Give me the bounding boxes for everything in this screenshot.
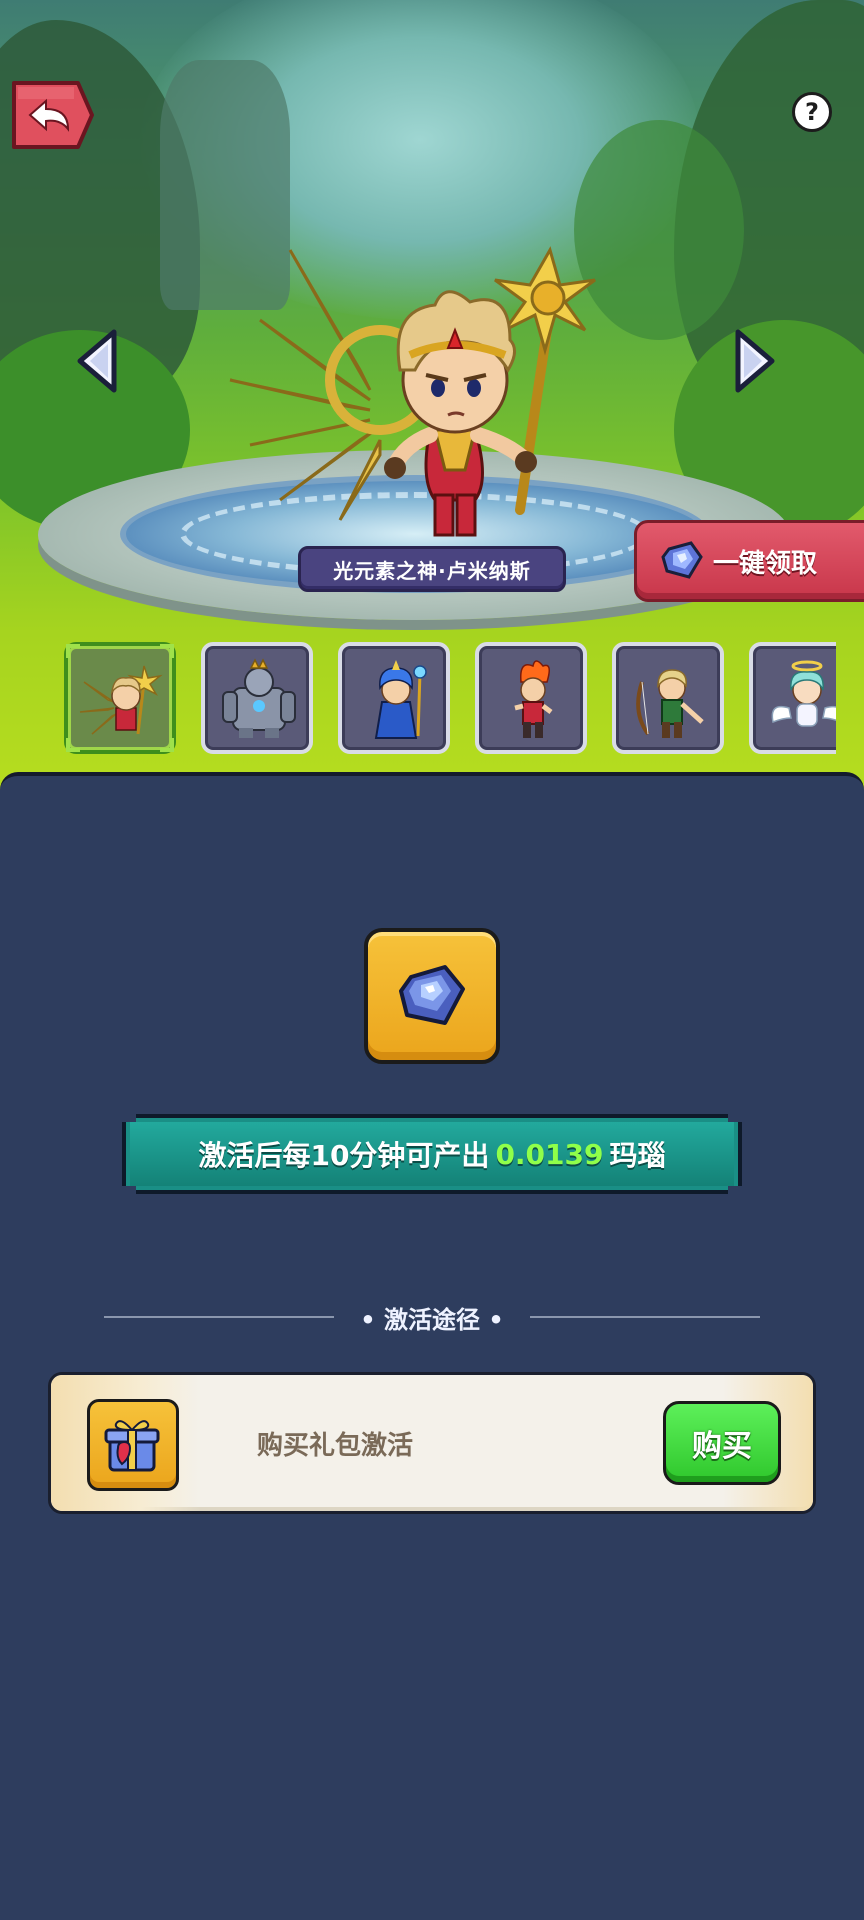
production-text-before: 激活后每10分钟可产出 — [198, 1139, 490, 1172]
buy-button[interactable]: 购买 — [663, 1401, 781, 1485]
light-god-portrait — [79, 665, 163, 735]
blue-mage-portrait — [374, 660, 427, 739]
hero-thumbnail-elf-archer[interactable] — [612, 642, 724, 754]
back-button[interactable] — [8, 79, 94, 151]
activation-method-label: 购买礼包激活 — [257, 1430, 414, 1461]
claim-all-label: 一键领取 — [713, 548, 818, 579]
activation-section-title: • 激活途径 • — [0, 1300, 864, 1334]
stone-golem-portrait — [222, 658, 296, 738]
agate-gem-icon — [399, 965, 465, 1025]
prev-hero-button[interactable] — [74, 328, 122, 394]
gift-pack-icon-box — [87, 1399, 179, 1491]
arrow-right-icon — [735, 329, 775, 393]
hero-name-plate: 光元素之神·卢米纳斯 — [298, 546, 566, 592]
hero-thumbnail-stone-golem[interactable] — [201, 642, 313, 754]
hero-thumbnail-fire-warrior[interactable] — [475, 642, 587, 754]
activation-method-card: 购买礼包激活 购买 — [48, 1372, 816, 1514]
hero-thumbnail-blue-mage[interactable] — [338, 642, 450, 754]
gift-pack-icon — [104, 1420, 160, 1472]
elf-archer-portrait — [636, 669, 704, 738]
next-hero-button[interactable] — [730, 328, 778, 394]
help-button[interactable]: ? — [792, 92, 832, 132]
section-title-label: • 激活途径 • — [360, 1305, 504, 1334]
hero-thumbnail-list — [62, 640, 836, 758]
hero-thumbnail-angel[interactable] — [749, 642, 836, 754]
hero-thumbnail-light-god[interactable] — [64, 642, 176, 754]
reward-item-box — [364, 928, 500, 1064]
production-info-text: 激活后每10分钟可产出 0.0139 玛瑙 — [122, 1114, 742, 1194]
production-info-banner: 激活后每10分钟可产出 0.0139 玛瑙 — [122, 1114, 742, 1194]
hero-illustration — [229, 246, 596, 537]
divider-left — [104, 1316, 335, 1318]
gem-icon — [661, 541, 703, 579]
production-amount: 0.0139 — [495, 1137, 604, 1171]
arrow-left-icon — [77, 329, 117, 393]
angel-portrait — [771, 660, 836, 727]
fire-warrior-portrait — [514, 660, 553, 738]
production-unit: 玛瑙 — [609, 1139, 666, 1172]
divider-right — [529, 1316, 760, 1318]
claim-all-button[interactable]: 一键领取 — [634, 520, 864, 602]
hero-showcase-scene: 光元素之神·卢米纳斯 ? 一键领取 — [0, 0, 864, 790]
